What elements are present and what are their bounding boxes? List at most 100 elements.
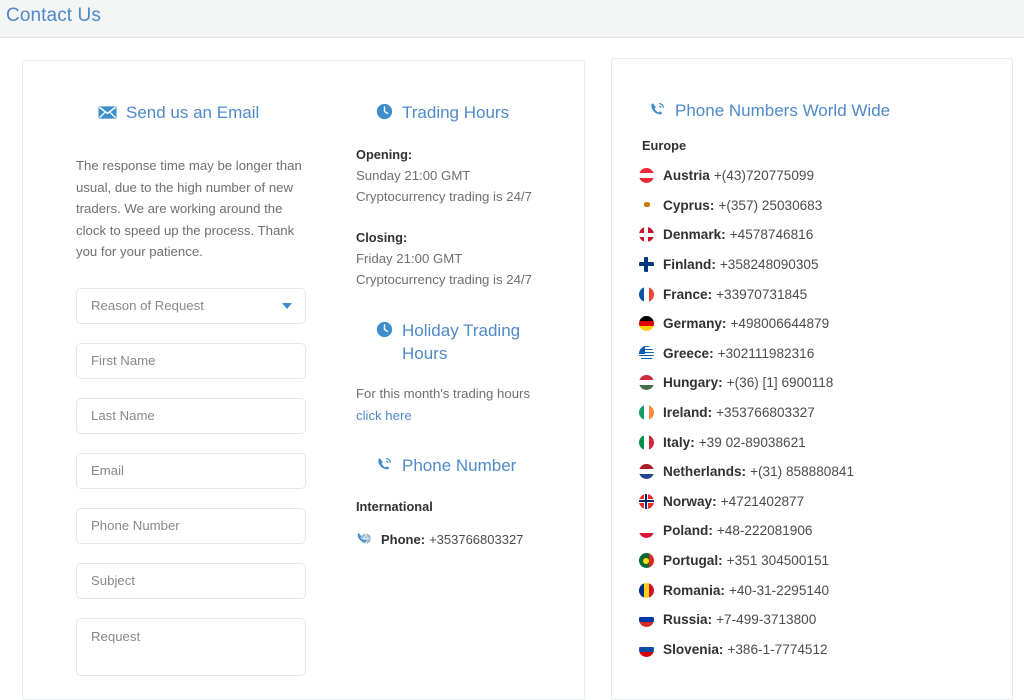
country-phone-row[interactable]: Ireland: +353766803327 (639, 398, 1009, 428)
trading-hours-heading: Trading Hours (376, 101, 571, 124)
italy-flag-icon (639, 434, 654, 450)
ireland-flag-icon (639, 405, 654, 421)
country-name: Finland: (663, 257, 716, 273)
netherlands-flag-icon (639, 464, 654, 480)
france-flag-icon (639, 286, 654, 302)
country-name: Germany: (663, 316, 727, 332)
closing-line-1: Friday 21:00 GMT (356, 251, 463, 266)
envelope-icon (98, 103, 117, 122)
region-label-europe: Europe (642, 138, 687, 153)
country-phone-row[interactable]: Portugal: +351 304500151 (639, 546, 1009, 576)
worldwide-numbers-card: Phone Numbers World Wide Europe Austria +… (611, 58, 1013, 700)
country-phone-row[interactable]: Hungary: +(36) [1] 6900118 (639, 368, 1009, 398)
worldwide-heading-text: Phone Numbers World Wide (675, 101, 891, 120)
phone-number-input[interactable]: Phone Number (76, 507, 306, 544)
response-time-blurb: The response time may be longer than usu… (76, 158, 302, 259)
request-textarea[interactable]: Request (76, 617, 306, 676)
email-column: Send us an Email The response time may b… (76, 101, 331, 676)
reason-of-request-value: Reason of Request (91, 298, 204, 313)
international-phone-label: Phone: (381, 531, 426, 547)
first-name-placeholder: First Name (91, 353, 156, 368)
hungary-flag-icon (639, 375, 654, 391)
country-name: Cyprus: (663, 197, 715, 213)
country-name: Ireland: (663, 405, 713, 421)
chevron-down-icon (282, 302, 292, 309)
phone-icon (649, 101, 666, 118)
clock-icon (376, 321, 393, 338)
country-phone-number: +48-222081906 (716, 523, 813, 539)
austria-flag-icon (639, 168, 654, 184)
send-email-heading-text: Send us an Email (126, 103, 260, 122)
country-phone-row[interactable]: Germany: +498006644879 (639, 309, 1009, 339)
phone-number-heading-text: Phone Number (402, 456, 517, 475)
request-placeholder: Request (91, 628, 141, 644)
country-phone-number: +4721402877 (720, 493, 805, 509)
russia-flag-icon (639, 612, 654, 628)
romania-flag-icon (639, 582, 654, 598)
finland-flag-icon (639, 257, 654, 273)
country-phone-row[interactable]: Romania: +40-31-2295140 (639, 575, 1009, 605)
poland-flag-icon (639, 523, 654, 539)
worldwide-column: Phone Numbers World Wide Europe Austria +… (639, 99, 1009, 680)
phone-number-heading: Phone Number (376, 454, 571, 477)
subject-input[interactable]: Subject (76, 562, 306, 599)
country-name: Slovenia: (663, 641, 724, 657)
country-name: Russia: (663, 612, 713, 628)
reason-of-request-select[interactable]: Reason of Request (76, 287, 306, 324)
country-phone-number: +4578746816 (729, 227, 814, 243)
country-phone-number: +33970731845 (716, 286, 808, 302)
country-phone-row[interactable]: Austria +(43)720775099 (639, 161, 1009, 191)
closing-line-2: Cryptocurrency trading is 24/7 (356, 272, 532, 287)
clock-icon (376, 103, 393, 120)
country-phone-row[interactable]: France: +33970731845 (639, 279, 1009, 309)
last-name-input[interactable]: Last Name (76, 397, 306, 434)
international-phone-value: +353766803327 (429, 531, 524, 547)
first-name-input[interactable]: First Name (76, 342, 306, 379)
holiday-click-here-link[interactable]: click here (356, 408, 412, 423)
worldwide-heading: Phone Numbers World Wide (649, 99, 1009, 122)
holiday-note-text: For this month's trading hours (356, 386, 531, 401)
phone-globe-icon (356, 531, 372, 547)
send-email-heading: Send us an Email (98, 101, 331, 124)
closing-label: Closing: (356, 230, 408, 245)
country-phone-row[interactable]: Denmark: +4578746816 (639, 220, 1009, 250)
country-phone-number: +(357) 25030683 (718, 197, 823, 213)
email-placeholder: Email (91, 463, 124, 478)
country-phone-number: +40-31-2295140 (728, 582, 830, 598)
country-name: Greece: (663, 345, 714, 361)
trading-hours-heading-text: Trading Hours (402, 103, 510, 122)
trading-hours-column: Trading Hours Opening: Sunday 21:00 GMT … (356, 101, 571, 547)
subject-placeholder: Subject (91, 573, 135, 588)
country-phone-row[interactable]: Italy: +39 02-89038621 (639, 427, 1009, 457)
international-phone-row: Phone: +353766803327 (356, 531, 571, 547)
country-phone-row[interactable]: Cyprus: +(357) 25030683 (639, 191, 1009, 221)
country-name: Austria (663, 168, 710, 184)
country-phone-row[interactable]: Slovenia: +386-1-7774512 (639, 635, 1009, 665)
email-input[interactable]: Email (76, 452, 306, 489)
slovenia-flag-icon (639, 641, 654, 657)
country-name: Poland: (663, 523, 713, 539)
phone-number-placeholder: Phone Number (91, 518, 180, 533)
holiday-note: For this month's trading hours click her… (356, 383, 556, 426)
country-phone-row[interactable]: Poland: +48-222081906 (639, 516, 1009, 546)
country-phone-number: +302111982316 (717, 345, 815, 361)
country-phone-number: +39 02-89038621 (698, 434, 806, 450)
opening-line-2: Cryptocurrency trading is 24/7 (356, 189, 532, 204)
country-name: Denmark: (663, 227, 726, 243)
country-name: Norway: (663, 493, 717, 509)
international-label: International (356, 499, 433, 514)
page-title: Contact Us (6, 5, 101, 26)
country-phone-row[interactable]: Norway: +4721402877 (639, 487, 1009, 517)
holiday-trading-hours-heading: Holiday Trading Hours (376, 319, 551, 365)
holiday-trading-hours-heading-text: Holiday Trading Hours (402, 321, 521, 363)
country-phone-number: +(31) 858880841 (750, 464, 855, 480)
country-phone-number: +(36) [1] 6900118 (726, 375, 834, 391)
country-phone-row[interactable]: Finland: +358248090305 (639, 250, 1009, 280)
country-phone-row[interactable]: Netherlands: +(31) 858880841 (639, 457, 1009, 487)
country-phone-row[interactable]: Russia: +7-499-3713800 (639, 605, 1009, 635)
page-header: Contact Us (0, 0, 1024, 38)
country-name: Netherlands: (663, 464, 747, 480)
country-phone-row[interactable]: Greece: +302111982316 (639, 339, 1009, 369)
portugal-flag-icon (639, 553, 654, 569)
greece-flag-icon (639, 345, 654, 361)
